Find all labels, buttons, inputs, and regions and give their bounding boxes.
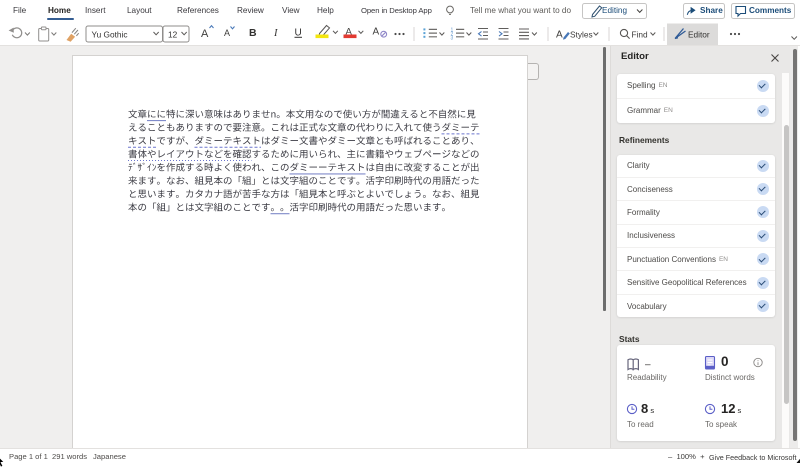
svg-text:–: –	[645, 359, 651, 370]
